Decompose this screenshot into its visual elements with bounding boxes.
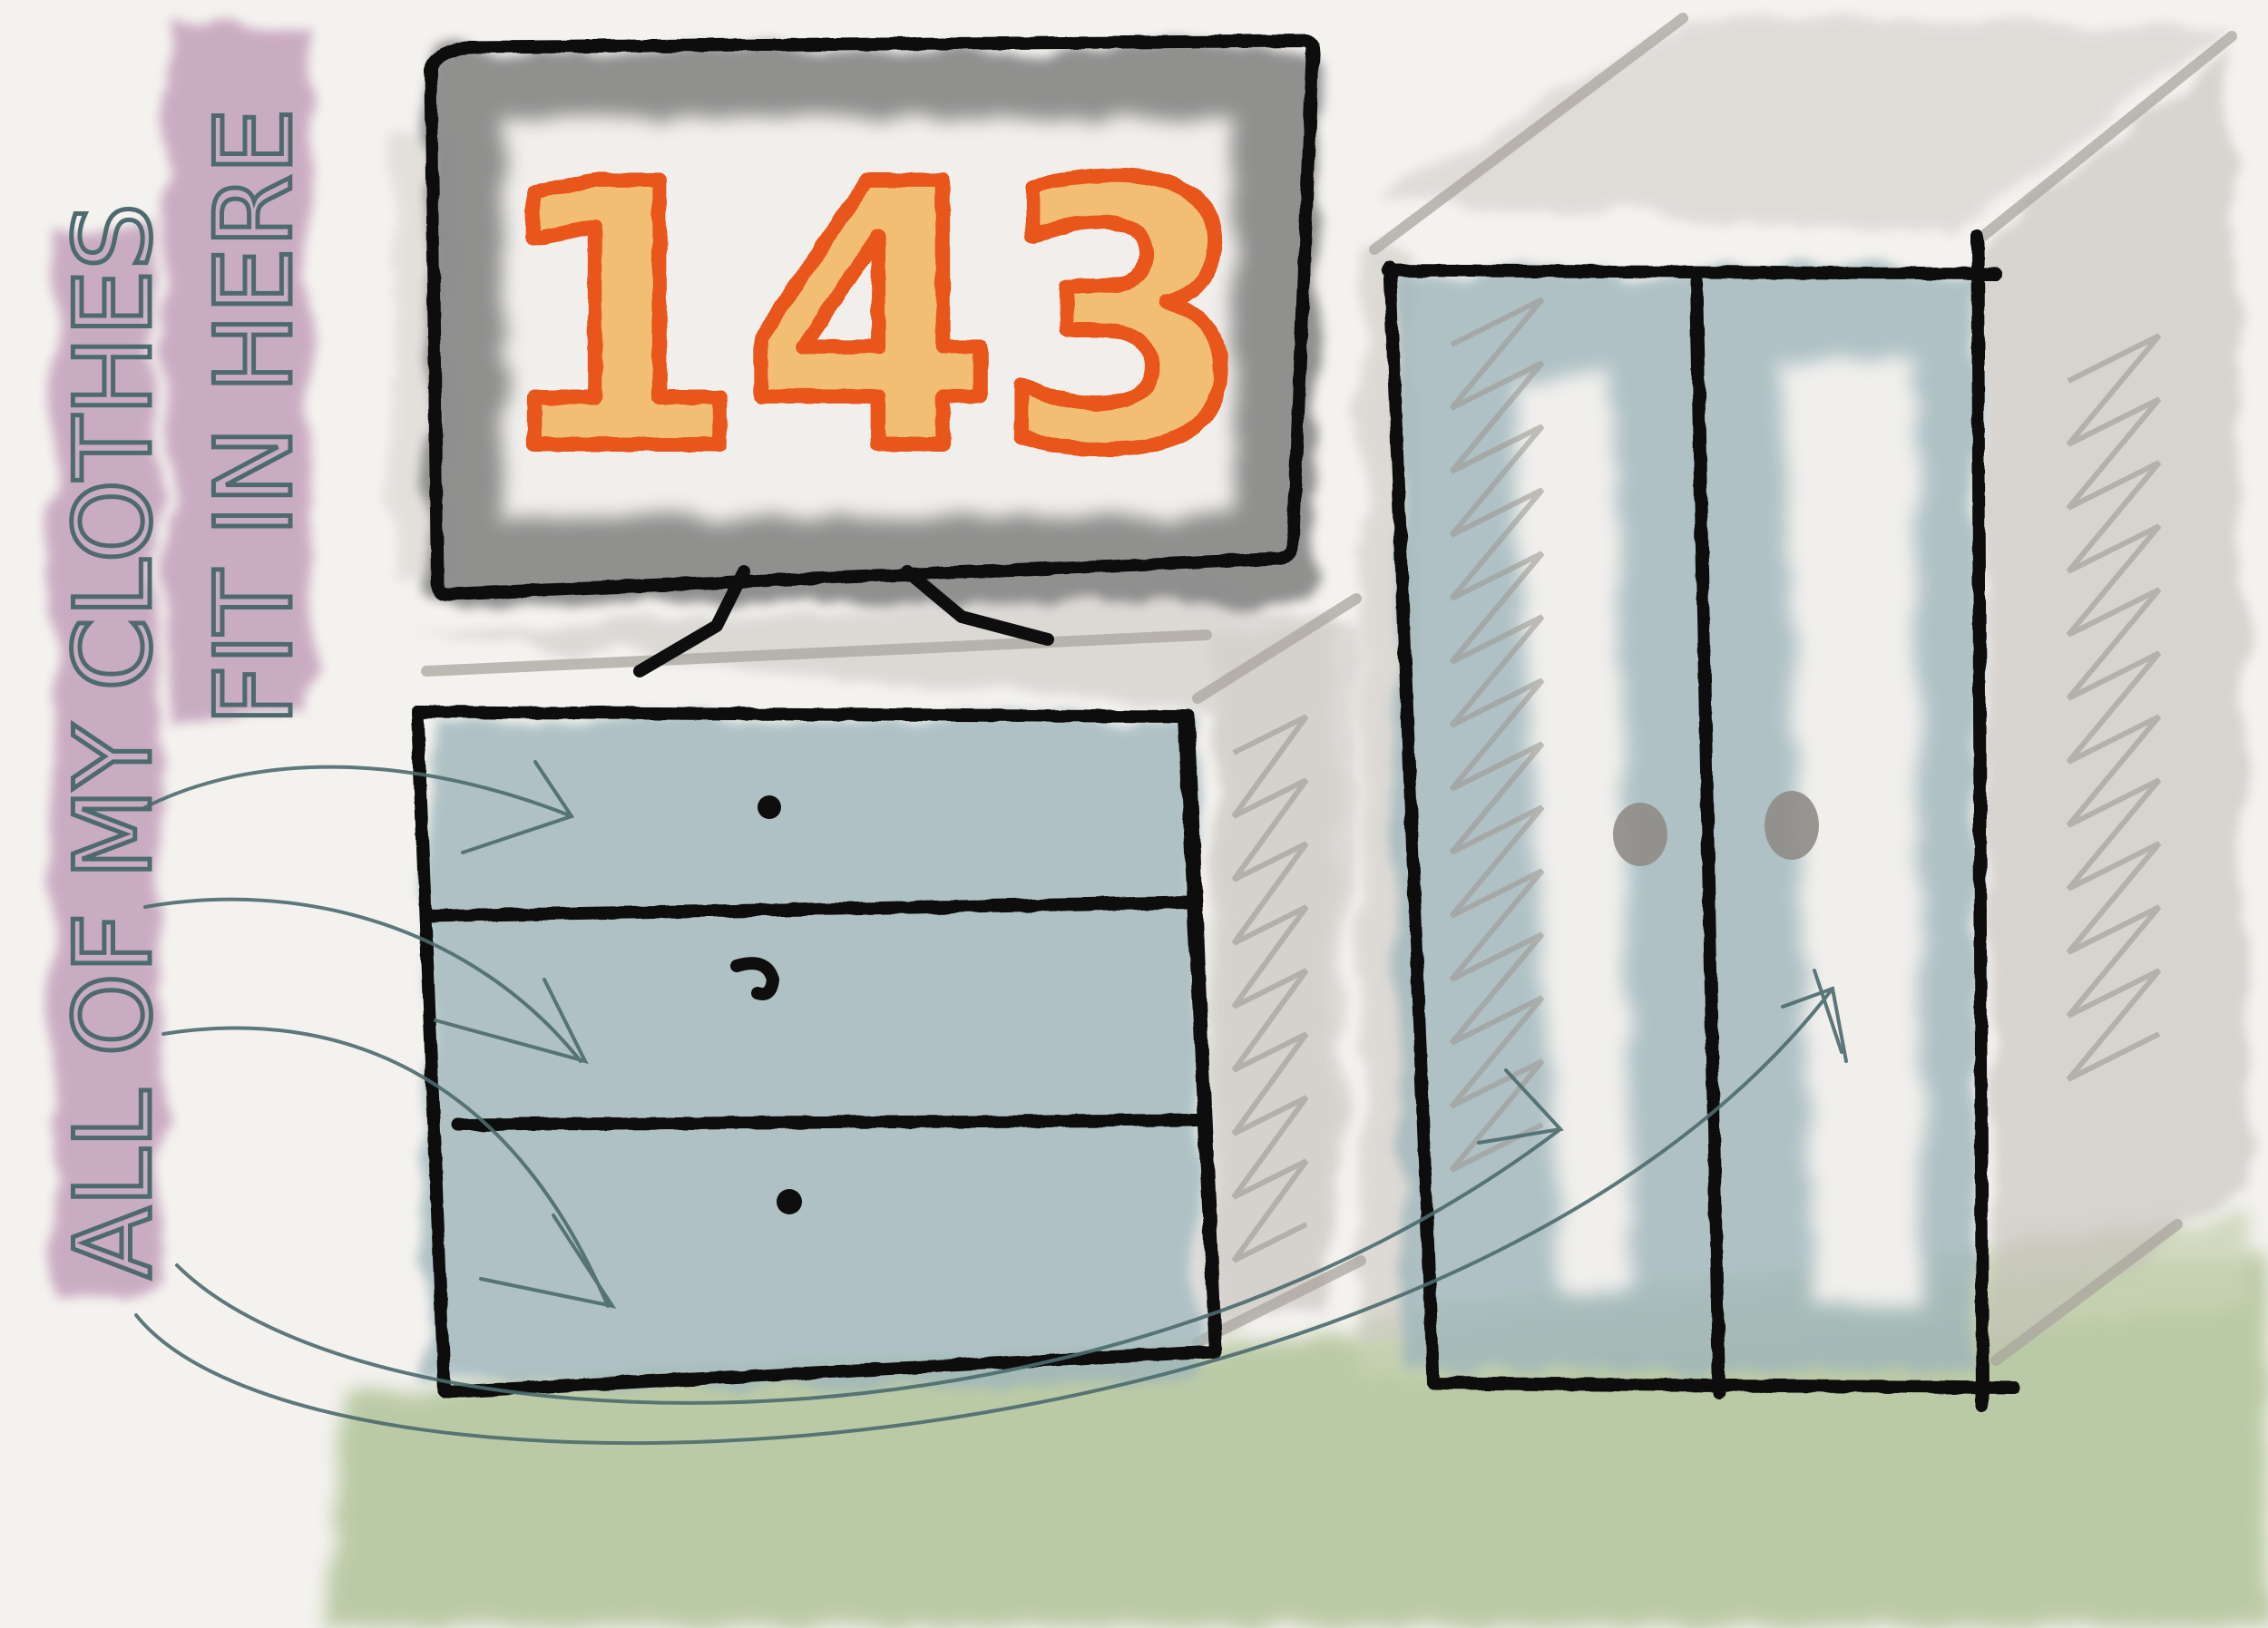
dresser-wash xyxy=(426,721,1198,1383)
drawer-knob-top xyxy=(758,795,781,819)
wardrobe-knob-right xyxy=(1765,791,1819,860)
tv: 143 xyxy=(425,34,1320,678)
wardrobe-knob-left xyxy=(1613,803,1667,866)
tv-number: 143 xyxy=(493,109,1250,531)
drawer-knob-bottom xyxy=(777,1189,802,1214)
note-line-2: FIT IN HERE xyxy=(193,108,316,726)
note-line-1: ALL OF MY CLOTHES xyxy=(53,203,175,1279)
sketch-scene: 143 ALL OF MY CLOTHES FIT IN HERE xyxy=(0,0,2268,1628)
